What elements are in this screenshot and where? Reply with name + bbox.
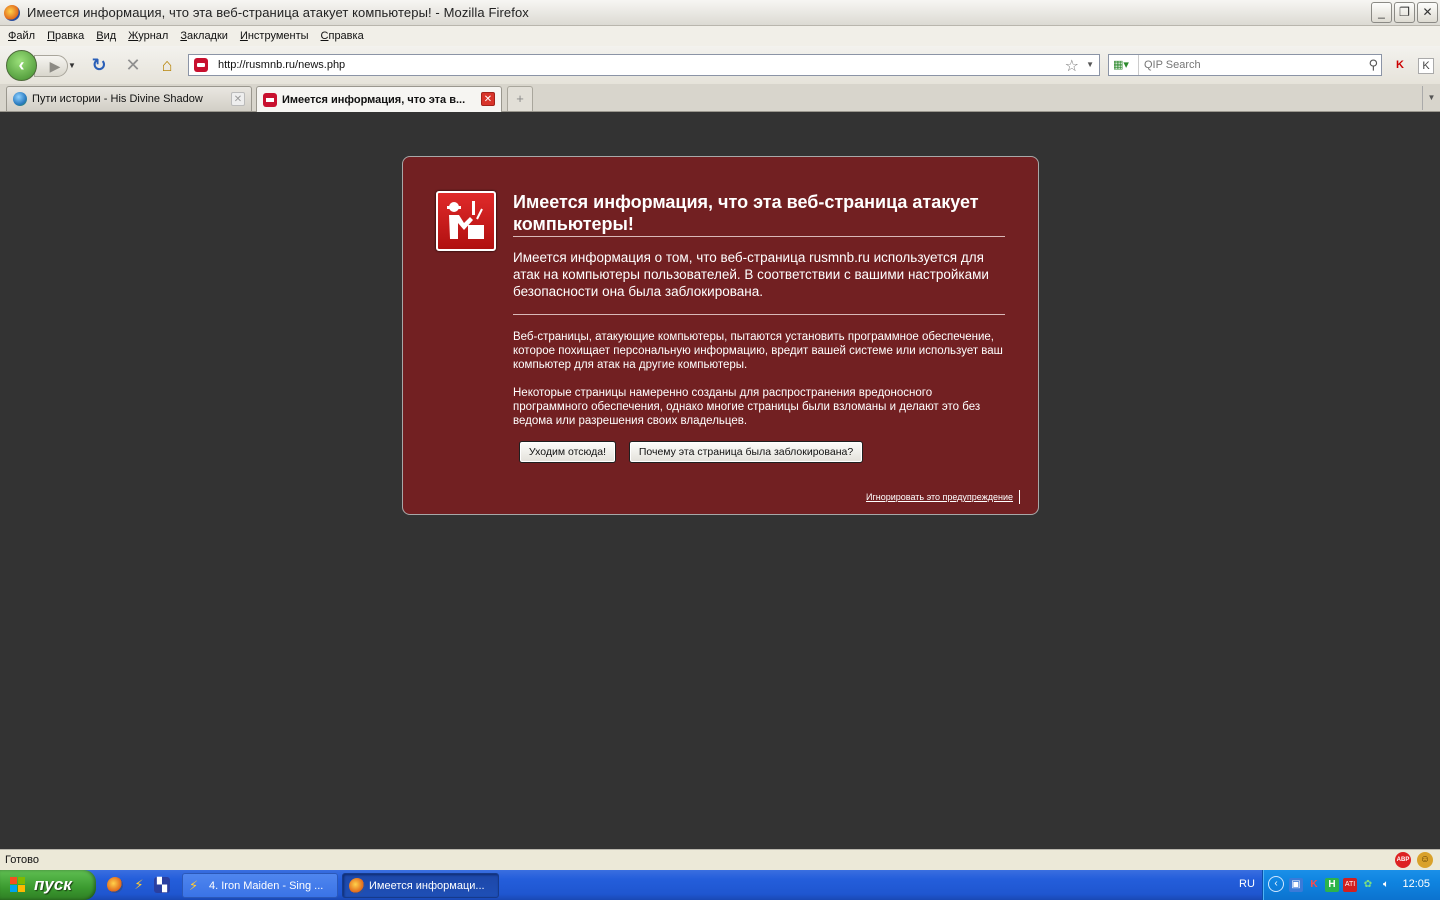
menu-bar: Файл Правка Вид Журнал Закладки Инструме…	[0, 26, 1440, 46]
history-dropdown-icon[interactable]: ▼	[68, 61, 76, 70]
h-app-icon[interactable]: H	[1325, 878, 1339, 892]
search-input[interactable]	[1144, 59, 1354, 71]
tab-label: Пути истории - His Divine Shadow	[32, 93, 203, 105]
quicklaunch-app-icon[interactable]: ▚	[154, 877, 170, 893]
status-text: Готово	[5, 854, 39, 866]
search-magnifier-icon[interactable]: ⚲	[1368, 57, 1378, 73]
bookmark-star-icon[interactable]: ☆	[1065, 56, 1079, 76]
tab-history-paths[interactable]: Пути истории - His Divine Shadow ✕	[6, 86, 252, 111]
quicklaunch-winamp-icon[interactable]: ⚡	[131, 877, 147, 893]
ati-icon[interactable]: ATI	[1343, 878, 1357, 892]
tray-expand-icon[interactable]: ‹	[1268, 876, 1284, 892]
new-tab-button[interactable]: +	[507, 86, 533, 111]
warning-long-description: Веб-страницы, атакующие компьютеры, пыта…	[513, 330, 1005, 442]
addon-k-red-icon[interactable]: K	[1392, 58, 1408, 74]
get-me-out-button[interactable]: Уходим отсюда!	[519, 441, 616, 463]
taskbar-button-firefox[interactable]: Имеется информаци...	[342, 873, 499, 898]
reload-icon[interactable]: ↻	[88, 55, 110, 77]
menu-history[interactable]: Журнал	[122, 30, 174, 42]
status-bar: Готово ABP ☺	[0, 849, 1440, 870]
warning-title: Имеется информация, что эта веб-страница…	[513, 191, 1005, 237]
language-indicator[interactable]: RU	[1239, 878, 1255, 890]
adblock-plus-icon[interactable]: ABP	[1395, 852, 1411, 868]
windows-taskbar: пуск ⚡ ▚ ⚡ 4. Iron Maiden - Sing ... Име…	[0, 870, 1440, 900]
clock[interactable]: 12:05	[1402, 878, 1430, 890]
navigation-toolbar: ▶ ‹ ▼ ↻ ✕ ⌂ http://rusmnb.ru/news.php ☆ …	[0, 46, 1440, 84]
back-button[interactable]: ‹	[6, 50, 37, 81]
warning-short-description: Имеется информация о том, что веб-страни…	[513, 249, 1005, 315]
task-label: 4. Iron Maiden - Sing ...	[209, 880, 324, 892]
tab-attack-warning[interactable]: Имеется информация, что эта в... ✕	[256, 86, 502, 112]
why-blocked-button[interactable]: Почему эта страница была заблокирована?	[629, 441, 863, 463]
window-titlebar[interactable]: Имеется информация, что эта веб-страница…	[0, 0, 1440, 26]
url-bar[interactable]: http://rusmnb.ru/news.php ☆ ▼	[188, 54, 1100, 76]
minimize-button[interactable]: _	[1371, 2, 1392, 23]
page-content: Имеется информация, что эта веб-страница…	[0, 112, 1440, 849]
warning-paragraph-1: Веб-страницы, атакующие компьютеры, пыта…	[513, 331, 1003, 371]
menu-edit[interactable]: Правка	[41, 30, 90, 42]
quicklaunch-firefox-icon[interactable]	[107, 877, 123, 893]
tab-list-dropdown-icon[interactable]: ▼	[1422, 86, 1440, 110]
blocked-site-icon	[263, 92, 277, 107]
attack-warning-box: Имеется информация, что эта веб-страница…	[402, 156, 1039, 515]
start-label: пуск	[34, 875, 72, 894]
qip-icon[interactable]: ✿	[1361, 878, 1375, 892]
warning-paragraph-2: Некоторые страницы намеренно созданы для…	[513, 387, 981, 427]
url-dropdown-icon[interactable]: ▼	[1086, 60, 1094, 69]
home-icon[interactable]: ⌂	[156, 55, 178, 77]
back-forward-group: ▶ ‹ ▼	[6, 50, 78, 81]
tab-close-icon[interactable]: ✕	[231, 92, 245, 106]
close-window-button[interactable]: ✕	[1417, 2, 1438, 23]
url-text[interactable]: http://rusmnb.ru/news.php	[218, 59, 345, 71]
ignore-warning-link[interactable]: Игнорировать это предупреждение	[866, 490, 1020, 504]
restore-button[interactable]: ❐	[1394, 2, 1415, 23]
search-bar: ▦▾ ⚲	[1108, 54, 1382, 76]
volume-icon[interactable]: 🔈︎	[1379, 878, 1393, 892]
menu-file[interactable]: Файл	[2, 30, 41, 42]
firefox-icon	[4, 4, 20, 21]
malware-warning-icon	[436, 191, 496, 251]
menu-bookmarks[interactable]: Закладки	[174, 30, 234, 42]
globe-icon	[13, 92, 27, 106]
kaspersky-icon[interactable]: K	[1307, 878, 1321, 892]
window-title: Имеется информация, что эта веб-страница…	[27, 5, 529, 20]
menu-view[interactable]: Вид	[90, 30, 122, 42]
stop-icon[interactable]: ✕	[122, 55, 144, 77]
tab-label: Имеется информация, что эта в...	[282, 93, 466, 106]
forward-button[interactable]: ▶	[34, 55, 68, 77]
system-tray: ‹ ▣ K H ATI ✿ 🔈︎ 12:05	[1262, 870, 1440, 900]
site-favicon-icon	[194, 58, 208, 72]
addon-k-gray-icon[interactable]: K	[1418, 58, 1434, 74]
windows-logo-icon	[10, 877, 27, 893]
menu-tools[interactable]: Инструменты	[234, 30, 315, 42]
search-engine-icon[interactable]: ▦▾	[1109, 55, 1139, 75]
task-label: Имеется информаци...	[369, 880, 485, 892]
start-button[interactable]: пуск	[0, 870, 96, 900]
greasemonkey-icon[interactable]: ☺	[1417, 852, 1433, 868]
window-controls: _ ❐ ✕	[1371, 2, 1438, 23]
tab-close-icon[interactable]: ✕	[481, 92, 495, 106]
winamp-icon: ⚡	[189, 878, 199, 893]
taskbar-button-winamp[interactable]: ⚡ 4. Iron Maiden - Sing ...	[182, 873, 338, 898]
tab-bar: Пути истории - His Divine Shadow ✕ Имеет…	[0, 84, 1440, 112]
network-icon[interactable]: ▣	[1289, 878, 1303, 892]
menu-help[interactable]: Справка	[315, 30, 370, 42]
firefox-icon	[349, 878, 365, 894]
